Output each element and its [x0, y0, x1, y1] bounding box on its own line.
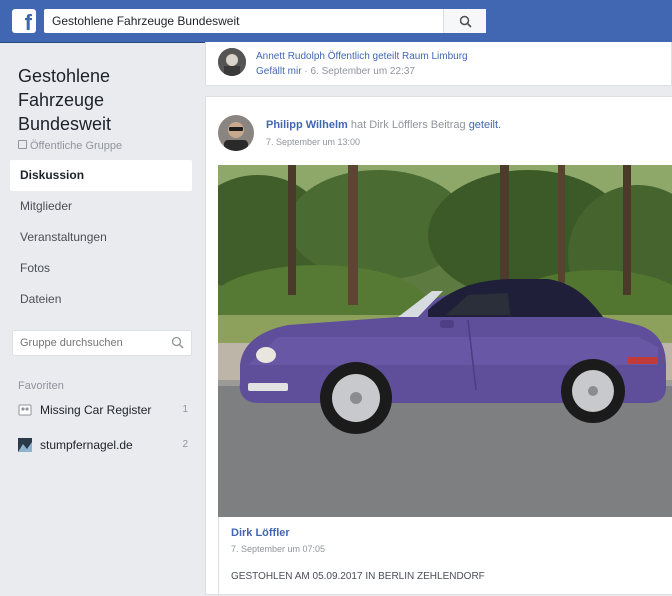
shared-author-link[interactable]: Dirk Löffler — [231, 527, 290, 539]
post: Philipp Wilhelm hat Dirk Löfflers Beitra… — [205, 96, 672, 596]
nav-item-fotos[interactable]: Fotos — [10, 253, 192, 284]
story-header[interactable]: Annett Rudolph Öffentlich geteilt Raum L… — [256, 51, 468, 62]
post-header: Philipp Wilhelm hat Dirk Löfflers Beitra… — [266, 119, 501, 131]
story-timestamp[interactable]: 6. September um 22:37 — [310, 66, 415, 77]
group-type-label: Öffentliche Gruppe — [30, 140, 123, 152]
shared-timestamp[interactable]: 7. September um 07:05 — [231, 544, 325, 554]
avatar-image — [218, 115, 254, 151]
group-nav: Diskussion Mitglieder Veranstaltungen Fo… — [10, 160, 192, 315]
search-input[interactable] — [44, 9, 444, 33]
post-source[interactable]: Dirk Löfflers — [369, 119, 427, 131]
shared-post: Dirk Löffler 7. September um 07:05 GESTO… — [218, 517, 672, 596]
favorite-stumpfernagel[interactable]: stumpfernagel.de 2 — [18, 435, 192, 457]
favorites-heading: Favoriten — [18, 380, 64, 392]
nav-item-diskussion[interactable]: Diskussion — [10, 160, 192, 191]
car-photo — [218, 165, 672, 517]
top-bar: f — [0, 0, 672, 43]
avatar-image — [218, 48, 246, 76]
search-icon — [459, 15, 472, 28]
post-photo[interactable] — [218, 165, 672, 517]
group-search-input[interactable] — [13, 331, 163, 355]
group-title[interactable]: Gestohlene Fahrzeuge Bundesweit — [18, 64, 198, 136]
avatar[interactable] — [218, 48, 246, 76]
favorite-missing-car-register[interactable]: Missing Car Register 1 — [18, 400, 192, 422]
nav-item-veranstaltungen[interactable]: Veranstaltungen — [10, 222, 192, 253]
favorite-count: 2 — [182, 439, 188, 450]
story-meta: Gefällt mir · 6. September um 22:37 — [256, 66, 415, 77]
avatar[interactable] — [218, 115, 254, 151]
favorite-label: stumpfernagel.de — [40, 438, 133, 452]
previous-story: Annett Rudolph Öffentlich geteilt Raum L… — [205, 42, 672, 86]
nav-item-dateien[interactable]: Dateien — [10, 284, 192, 315]
group-privacy: Öffentliche Gruppe — [18, 140, 122, 152]
post-object: Beitrag — [430, 119, 466, 131]
nav-item-mitglieder[interactable]: Mitglieder — [10, 191, 192, 222]
favorite-label: Missing Car Register — [40, 403, 152, 417]
search-box — [44, 9, 486, 33]
shared-post-text: GESTOHLEN AM 05.09.2017 IN BERLIN ZEHLEN… — [231, 571, 485, 582]
post-timestamp[interactable]: 7. September um 13:00 — [266, 137, 360, 147]
facebook-logo[interactable]: f — [12, 9, 36, 33]
group-icon — [18, 404, 32, 416]
post-verb: hat — [350, 119, 367, 131]
like-link[interactable]: Gefällt mir — [256, 66, 302, 77]
globe-icon — [18, 140, 27, 149]
search-icon[interactable] — [171, 336, 184, 349]
search-button[interactable] — [443, 9, 486, 33]
favorite-count: 1 — [182, 404, 188, 415]
page-thumbnail-icon — [18, 438, 32, 452]
left-sidebar: Gestohlene Fahrzeuge Bundesweit Öffentli… — [0, 42, 205, 595]
group-search — [12, 330, 192, 356]
post-author-link[interactable]: Philipp Wilhelm — [266, 119, 348, 131]
shared-link[interactable]: geteilt. — [469, 119, 501, 131]
